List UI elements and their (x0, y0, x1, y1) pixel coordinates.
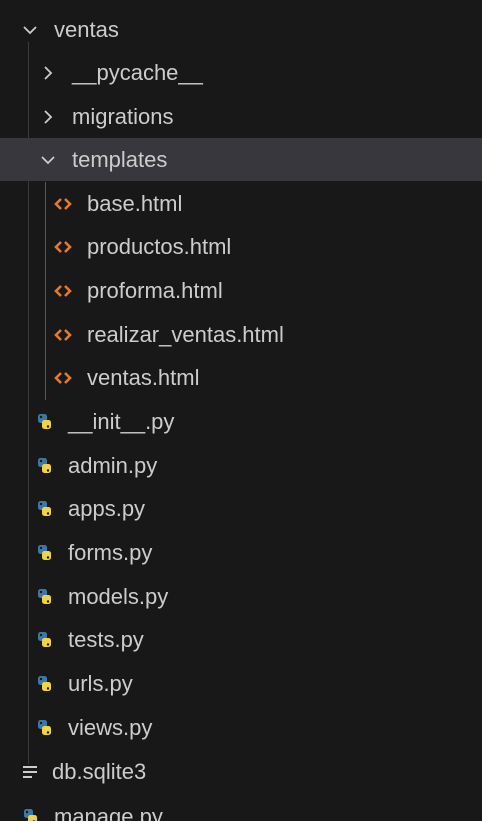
python-file-icon (34, 718, 54, 738)
file-init-py[interactable]: __init__.py (0, 400, 482, 443)
file-views-py[interactable]: views.py (0, 706, 482, 749)
file-realizar-ventas-html[interactable]: realizar_ventas.html (0, 313, 482, 356)
file-label: realizar_ventas.html (87, 322, 284, 347)
file-label: manage.py (54, 804, 163, 821)
file-label: forms.py (68, 540, 153, 565)
chevron-down-icon (20, 20, 40, 40)
python-file-icon (34, 674, 54, 694)
file-label: base.html (87, 191, 183, 216)
file-urls-py[interactable]: urls.py (0, 662, 482, 705)
file-label: ventas.html (87, 365, 200, 390)
python-file-icon (34, 543, 54, 563)
file-forms-py[interactable]: forms.py (0, 531, 482, 574)
folder-ventas[interactable]: ventas (0, 8, 482, 51)
folder-label: templates (72, 147, 168, 172)
folder-label: __pycache__ (72, 60, 203, 85)
python-file-icon (34, 587, 54, 607)
file-ventas-html[interactable]: ventas.html (0, 356, 482, 399)
file-admin-py[interactable]: admin.py (0, 444, 482, 487)
file-models-py[interactable]: models.py (0, 575, 482, 618)
html-file-icon (53, 194, 73, 214)
folder-templates[interactable]: templates (0, 138, 482, 181)
html-file-icon (53, 281, 73, 301)
python-file-icon (34, 456, 54, 476)
html-file-icon (53, 368, 73, 388)
file-apps-py[interactable]: apps.py (0, 487, 482, 530)
file-label: productos.html (87, 234, 232, 259)
file-base-html[interactable]: base.html (0, 182, 482, 225)
python-file-icon (34, 499, 54, 519)
folder-migrations[interactable]: migrations (0, 95, 482, 138)
html-file-icon (53, 325, 73, 345)
file-label: views.py (68, 715, 153, 740)
file-proforma-html[interactable]: proforma.html (0, 269, 482, 312)
file-explorer-tree: ventas __pycache__ migrations templates … (0, 0, 482, 821)
file-label: tests.py (68, 627, 144, 652)
file-label: models.py (68, 584, 169, 609)
folder-label: ventas (54, 17, 119, 42)
html-file-icon (53, 237, 73, 257)
folder-pycache[interactable]: __pycache__ (0, 51, 482, 94)
file-productos-html[interactable]: productos.html (0, 225, 482, 268)
chevron-down-icon (38, 150, 58, 170)
database-file-icon (20, 762, 40, 782)
file-label: admin.py (68, 453, 158, 478)
file-label: proforma.html (87, 278, 223, 303)
file-tests-py[interactable]: tests.py (0, 618, 482, 661)
file-manage-py[interactable]: manage.py (0, 795, 482, 821)
file-label: __init__.py (68, 409, 175, 434)
python-file-icon (34, 412, 54, 432)
file-db-sqlite3[interactable]: db.sqlite3 (0, 750, 482, 793)
file-label: db.sqlite3 (52, 759, 147, 784)
file-label: apps.py (68, 496, 146, 521)
chevron-right-icon (38, 63, 58, 83)
folder-label: migrations (72, 104, 174, 129)
python-file-icon (20, 807, 40, 821)
file-label: urls.py (68, 671, 133, 696)
python-file-icon (34, 630, 54, 650)
chevron-right-icon (38, 107, 58, 127)
